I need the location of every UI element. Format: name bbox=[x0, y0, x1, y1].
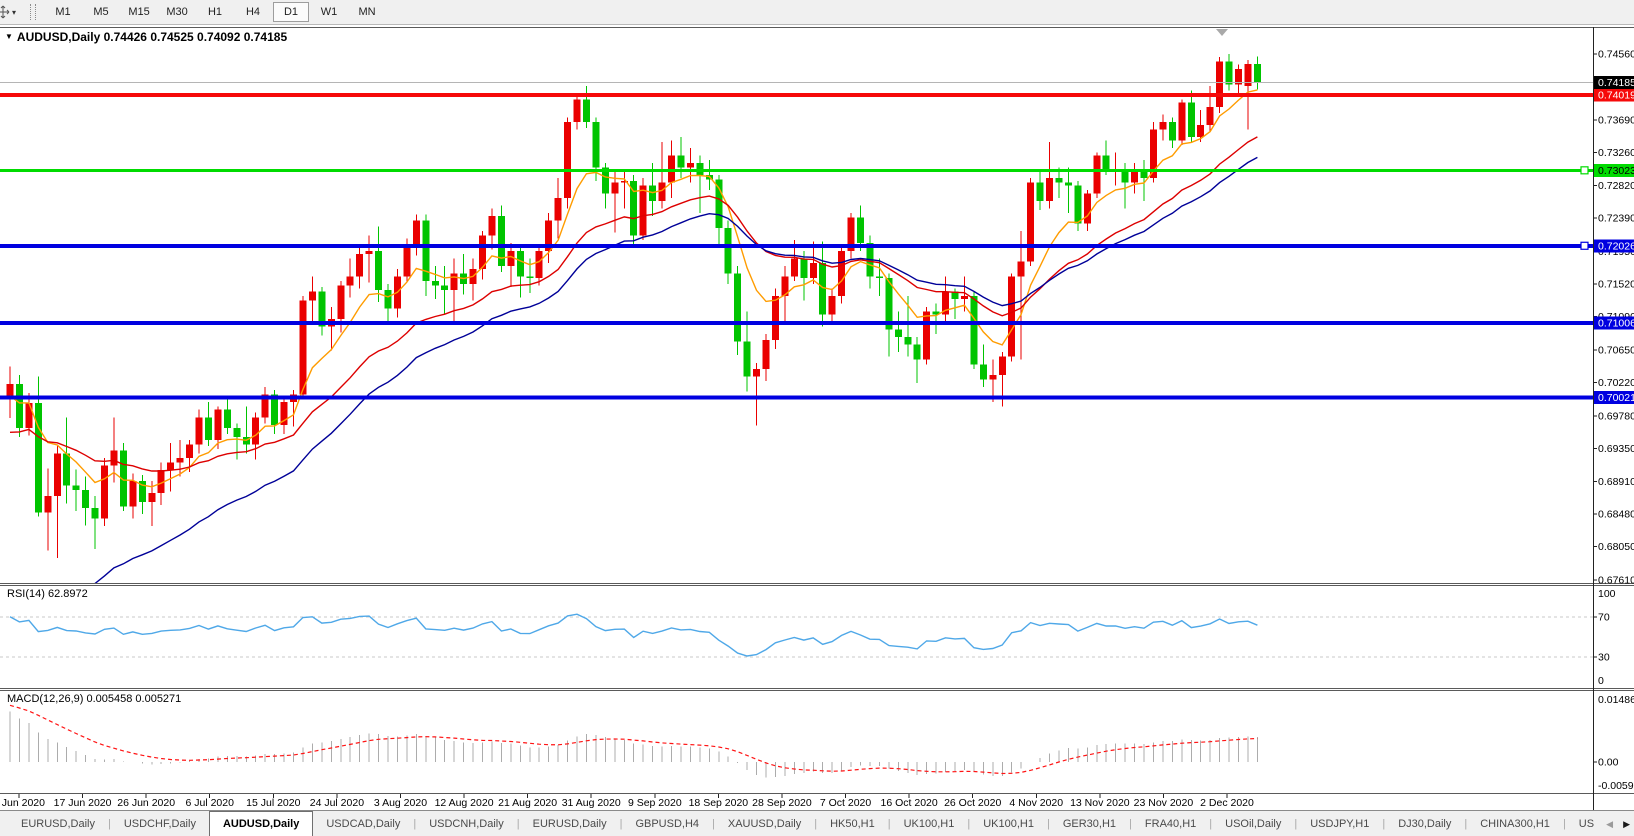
svg-text:0.71006: 0.71006 bbox=[1598, 317, 1634, 329]
timeframe-toolbar: ▾ M1M5M15M30H1H4D1W1MN bbox=[0, 0, 1634, 25]
macd-indicator-label: MACD(12,26,9) 0.005458 0.005271 bbox=[7, 693, 181, 705]
date-axis-label: 2 Dec 2020 bbox=[1200, 797, 1254, 809]
date-axis-label: 18 Sep 2020 bbox=[689, 797, 749, 809]
tab-usdjpy-h1[interactable]: USDJPY,H1 bbox=[1297, 812, 1382, 836]
tabs-scroll-right-icon[interactable]: ▶ bbox=[1623, 819, 1630, 830]
tab-uk100-h1[interactable]: UK100,H1 bbox=[970, 812, 1047, 836]
tab-usdcnh-daily[interactable]: USDCNH,Daily bbox=[416, 812, 517, 836]
chevron-down-icon[interactable]: ▾ bbox=[12, 8, 16, 17]
svg-text:0.74185: 0.74185 bbox=[1598, 77, 1634, 89]
tab-usoil-h[interactable]: USOil,H bbox=[1566, 812, 1594, 836]
price-axis-label: 0.72390 bbox=[1598, 213, 1634, 225]
timeframe-h1[interactable]: H1 bbox=[197, 2, 233, 22]
date-axis-label: 8 Jun 2020 bbox=[0, 797, 45, 809]
timeframe-m30[interactable]: M30 bbox=[159, 2, 195, 22]
timeframe-d1[interactable]: D1 bbox=[273, 2, 309, 22]
tab-eurusd-daily[interactable]: EURUSD,Daily bbox=[520, 812, 620, 836]
date-axis-label: 26 Jun 2020 bbox=[117, 797, 175, 809]
price-axis-label: 0.70220 bbox=[1598, 377, 1634, 389]
date-axis-label: 4 Nov 2020 bbox=[1009, 797, 1063, 809]
timeframe-w1[interactable]: W1 bbox=[311, 2, 347, 22]
svg-text:0.72026: 0.72026 bbox=[1598, 240, 1634, 252]
price-tag-0.72026: 0.72026 bbox=[1594, 239, 1634, 252]
tab-ger30-h1[interactable]: GER30,H1 bbox=[1050, 812, 1129, 836]
svg-text:0.70021: 0.70021 bbox=[1598, 392, 1634, 404]
date-axis-label: 31 Aug 2020 bbox=[562, 797, 621, 809]
date-axis-label: 12 Aug 2020 bbox=[435, 797, 494, 809]
date-axis-label: 16 Oct 2020 bbox=[881, 797, 938, 809]
indicator-axis-label: 30 bbox=[1598, 652, 1610, 664]
tab-usoil-daily[interactable]: USOil,Daily bbox=[1212, 812, 1294, 836]
svg-text:0.73023: 0.73023 bbox=[1598, 165, 1634, 177]
indicator-axis-label: 0.014861 bbox=[1598, 694, 1634, 706]
tab-audusd-daily[interactable]: AUDUSD,Daily bbox=[209, 811, 313, 836]
indicator-axis-label: 100 bbox=[1598, 588, 1616, 600]
tab-usdchf-daily[interactable]: USDCHF,Daily bbox=[111, 812, 209, 836]
date-axis-label: 9 Sep 2020 bbox=[628, 797, 682, 809]
toolbar-grip[interactable] bbox=[30, 4, 36, 20]
date-axis-label: 24 Jul 2020 bbox=[310, 797, 364, 809]
price-axis-label: 0.70650 bbox=[1598, 344, 1634, 356]
date-axis-label: 3 Aug 2020 bbox=[374, 797, 427, 809]
hline-handle[interactable] bbox=[1581, 242, 1588, 249]
date-axis-label: 21 Aug 2020 bbox=[498, 797, 557, 809]
rsi-indicator-label: RSI(14) 62.8972 bbox=[7, 588, 88, 600]
tab-usdcad-daily[interactable]: USDCAD,Daily bbox=[313, 812, 413, 836]
date-axis-label: 17 Jun 2020 bbox=[54, 797, 112, 809]
tab-uk100-h1[interactable]: UK100,H1 bbox=[891, 812, 968, 836]
price-tag-0.73023: 0.73023 bbox=[1594, 164, 1634, 177]
tab-scroll-controls: ◀ ▶ bbox=[1600, 811, 1630, 836]
triangle-down-icon[interactable]: ▼ bbox=[5, 32, 13, 41]
timeframe-m1[interactable]: M1 bbox=[45, 2, 81, 22]
price-tag-0.74019: 0.74019 bbox=[1594, 88, 1634, 101]
mt4-window: ▾ M1M5M15M30H1H4D1W1MN 0.74560 0.73690 0.7… bbox=[0, 0, 1634, 836]
tab-xauusd-daily[interactable]: XAUUSD,Daily bbox=[715, 812, 814, 836]
price-tag-0.70021: 0.70021 bbox=[1594, 391, 1634, 404]
price-axis-label: 0.73690 bbox=[1598, 114, 1634, 126]
date-axis-label: 26 Oct 2020 bbox=[944, 797, 1001, 809]
price-axis-label: 0.67610 bbox=[1598, 574, 1634, 586]
indicator-axis-label: -0.00593 bbox=[1598, 780, 1634, 792]
date-axis-label: 28 Sep 2020 bbox=[752, 797, 812, 809]
indicator-axis-label: 0.00 bbox=[1598, 757, 1619, 769]
indicator-axis-label: 70 bbox=[1598, 612, 1610, 624]
chart-title-text: AUDUSD,Daily 0.74426 0.74525 0.74092 0.7… bbox=[17, 30, 287, 44]
price-tag-0.71006: 0.71006 bbox=[1594, 316, 1634, 329]
date-axis-label: 23 Nov 2020 bbox=[1134, 797, 1194, 809]
timeframe-h4[interactable]: H4 bbox=[235, 2, 271, 22]
price-axis-label: 0.69350 bbox=[1598, 443, 1634, 455]
tab-gbpusd-h4[interactable]: GBPUSD,H4 bbox=[622, 812, 712, 836]
current-price-tag: 0.74185 bbox=[1594, 76, 1634, 89]
price-axis-label: 0.68910 bbox=[1598, 476, 1634, 488]
price-axis-label: 0.74560 bbox=[1598, 49, 1634, 61]
price-axis-label: 0.68050 bbox=[1598, 541, 1634, 553]
tab-dj30-daily[interactable]: DJ30,Daily bbox=[1385, 812, 1464, 836]
crosshair-move-icon[interactable] bbox=[0, 4, 10, 20]
tab-eurusd-daily[interactable]: EURUSD,Daily bbox=[8, 812, 108, 836]
indicator-axis-label: 0 bbox=[1598, 675, 1604, 687]
price-axis-label: 0.71520 bbox=[1598, 279, 1634, 291]
date-axis-label: 13 Nov 2020 bbox=[1070, 797, 1130, 809]
tab-hk50-h1[interactable]: HK50,H1 bbox=[817, 812, 888, 836]
price-axis-label: 0.69780 bbox=[1598, 410, 1634, 422]
date-axis-label: 15 Jul 2020 bbox=[246, 797, 300, 809]
chart-canvas[interactable]: 0.745600.736900.732600.728200.723900.719… bbox=[0, 0, 1634, 810]
price-axis-label: 0.73260 bbox=[1598, 147, 1634, 159]
timeframe-m15[interactable]: M15 bbox=[121, 2, 157, 22]
chart-tab-bar: EURUSD,Daily|USDCHF,DailyAUDUSD,DailyUSD… bbox=[0, 810, 1634, 836]
price-axis-label: 0.68480 bbox=[1598, 509, 1634, 521]
timeframe-m5[interactable]: M5 bbox=[83, 2, 119, 22]
date-axis-label: 7 Oct 2020 bbox=[820, 797, 872, 809]
tabs-scroll-left-icon[interactable]: ◀ bbox=[1606, 819, 1613, 830]
price-axis-label: 0.72820 bbox=[1598, 180, 1634, 192]
date-axis-label: 6 Jul 2020 bbox=[186, 797, 235, 809]
chart-title: ▼ AUDUSD,Daily 0.74426 0.74525 0.74092 0.… bbox=[5, 30, 287, 44]
tab-fra40-h1[interactable]: FRA40,H1 bbox=[1132, 812, 1209, 836]
hline-handle[interactable] bbox=[1581, 167, 1588, 174]
chart-tabs: EURUSD,Daily|USDCHF,DailyAUDUSD,DailyUSD… bbox=[0, 811, 1594, 836]
svg-text:0.74019: 0.74019 bbox=[1598, 89, 1634, 101]
timeframe-mn[interactable]: MN bbox=[349, 2, 385, 22]
tab-china300-h1[interactable]: CHINA300,H1 bbox=[1467, 812, 1563, 836]
